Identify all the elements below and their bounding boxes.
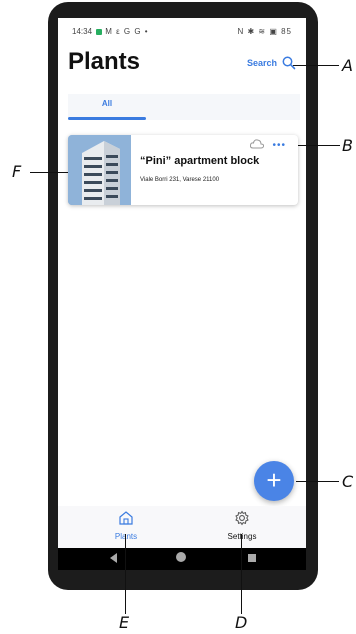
tab-all[interactable]: All (68, 94, 146, 120)
building-image (68, 135, 131, 205)
notification-icon (96, 28, 102, 35)
android-navigation-bar (58, 548, 306, 570)
callout-label-c: C (342, 472, 354, 491)
figure: 14:34 M ε G G • N ✱ ≋ ▣ 85 Plants Search… (0, 0, 356, 634)
callout-label-f: F (12, 162, 22, 181)
search-button[interactable]: Search (247, 56, 296, 70)
plant-card[interactable]: “Pini” apartment block Viale Borri 231, … (68, 135, 298, 205)
callout-label-b: B (342, 136, 353, 155)
plant-address: Viale Borri 231, Varese 21100 (140, 177, 220, 183)
phone-screen: 14:34 M ε G G • N ✱ ≋ ▣ 85 Plants Search… (58, 18, 306, 548)
search-label: Search (246, 58, 277, 68)
back-icon[interactable] (110, 553, 117, 563)
callout-line-b (298, 145, 340, 146)
page-title: Plants (68, 48, 141, 75)
plant-name: “Pini” apartment block (140, 155, 260, 167)
tab-all-label: All (101, 99, 113, 108)
tab-selected-indicator (68, 117, 146, 120)
callout-line-e (125, 534, 126, 614)
status-time: 14:34 (72, 27, 93, 36)
recent-apps-icon[interactable] (248, 554, 256, 562)
more-options-icon[interactable]: ••• (272, 141, 286, 151)
tab-bar: All (68, 94, 300, 120)
callout-label-d: D (235, 613, 248, 632)
nav-item-plants[interactable]: Plants (96, 510, 156, 544)
gear-icon (235, 510, 249, 526)
callout-line-f (30, 172, 68, 173)
add-plant-button[interactable]: + (254, 461, 294, 501)
status-notification-icons: M ε G G • (96, 27, 149, 36)
home-icon (119, 511, 133, 525)
callout-line-d (241, 534, 242, 614)
notification-icons-text: M ε G G • (105, 27, 149, 36)
callout-line-c (296, 481, 339, 482)
nav-item-settings[interactable]: Settings (212, 510, 272, 544)
callout-line-a (293, 65, 339, 66)
callout-label-e: E (119, 613, 130, 632)
bottom-navigation: Plants Settings (58, 506, 306, 548)
cloud-icon (250, 139, 264, 149)
callout-label-a: A (342, 56, 353, 75)
status-bar: 14:34 M ε G G • N ✱ ≋ ▣ 85 (58, 18, 306, 42)
home-button-icon[interactable] (176, 552, 186, 562)
search-icon (282, 56, 296, 70)
nav-label-settings: Settings (227, 532, 257, 541)
plant-thumbnail (68, 135, 131, 205)
status-system-icons: N ✱ ≋ ▣ 85 (237, 27, 292, 36)
